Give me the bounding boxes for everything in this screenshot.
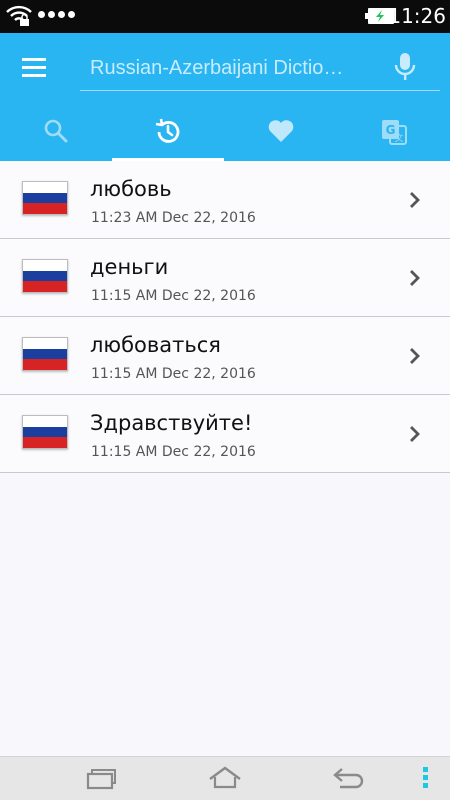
chevron-right-icon	[410, 426, 420, 442]
chevron-right-icon	[410, 192, 420, 208]
microphone-icon[interactable]	[392, 51, 418, 83]
history-timestamp: 11:15 AM Dec 22, 2016	[91, 444, 256, 460]
tab-translate[interactable]: G 文	[338, 103, 450, 161]
history-word: любоваться	[90, 333, 221, 357]
russia-flag-icon	[22, 181, 68, 215]
signal-dots-icon	[38, 11, 75, 18]
tab-favorites[interactable]	[225, 103, 337, 161]
status-bar: 11:26	[0, 0, 450, 33]
russia-flag-icon	[22, 259, 68, 293]
history-word: Здравствуйте!	[90, 411, 253, 435]
tab-bar: G 文	[0, 103, 450, 161]
list-item[interactable]: Здравствуйте! 11:15 AM Dec 22, 2016	[0, 395, 450, 473]
svg-text:文: 文	[394, 132, 403, 144]
search-icon	[44, 119, 68, 143]
home-icon[interactable]	[207, 765, 243, 791]
list-item[interactable]: любоваться 11:15 AM Dec 22, 2016	[0, 317, 450, 395]
app-toolbar	[0, 33, 450, 103]
more-options-icon[interactable]	[421, 767, 429, 793]
back-icon[interactable]	[332, 765, 366, 791]
hamburger-menu-icon[interactable]	[18, 53, 52, 83]
history-word: деньги	[90, 255, 169, 279]
search-input[interactable]	[90, 55, 380, 81]
search-field	[80, 45, 440, 91]
translate-icon: G 文	[382, 120, 407, 145]
history-timestamp: 11:23 AM Dec 22, 2016	[91, 210, 256, 226]
history-word: любовь	[90, 177, 172, 201]
history-timestamp: 11:15 AM Dec 22, 2016	[91, 288, 256, 304]
tab-search[interactable]	[0, 103, 112, 161]
recent-apps-icon[interactable]	[85, 765, 117, 791]
heart-icon	[268, 120, 294, 142]
tab-history[interactable]	[112, 103, 224, 161]
chevron-right-icon	[410, 348, 420, 364]
list-item[interactable]: любовь 11:23 AM Dec 22, 2016	[0, 161, 450, 239]
wifi-icon	[6, 5, 32, 26]
russia-flag-icon	[22, 337, 68, 371]
list-item[interactable]: деньги 11:15 AM Dec 22, 2016	[0, 239, 450, 317]
russia-flag-icon	[22, 415, 68, 449]
system-nav-bar	[0, 756, 450, 800]
history-icon	[155, 118, 180, 143]
history-list: любовь 11:23 AM Dec 22, 2016 деньги 11:1…	[0, 161, 450, 473]
status-clock: 11:26	[388, 4, 446, 28]
history-timestamp: 11:15 AM Dec 22, 2016	[91, 366, 256, 382]
chevron-right-icon	[410, 270, 420, 286]
